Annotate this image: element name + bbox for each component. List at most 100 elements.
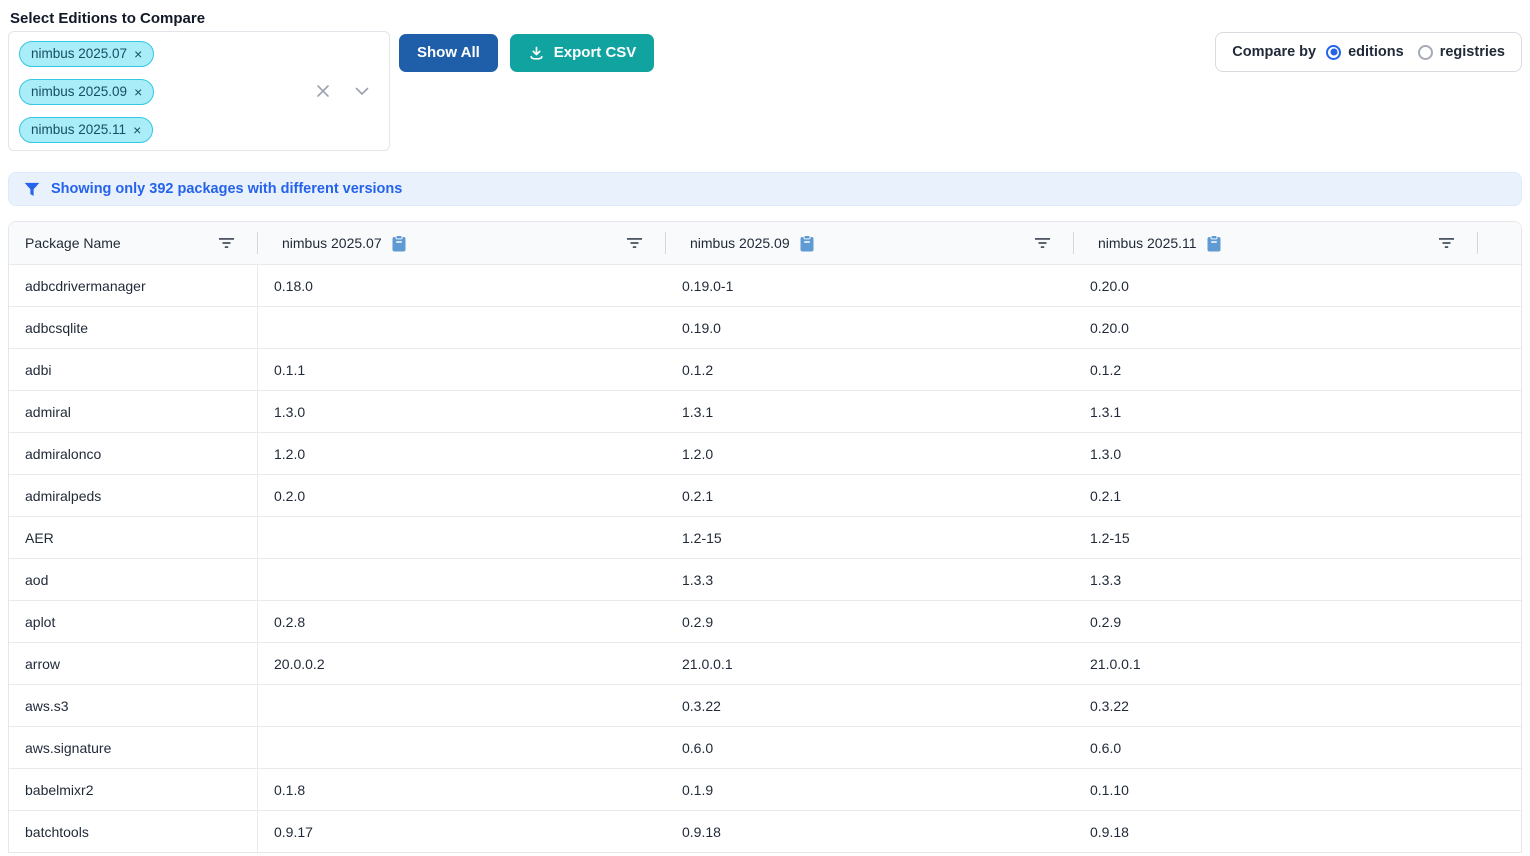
- version-cell: 1.3.3: [1074, 559, 1478, 600]
- version-cell: 1.2.0: [258, 433, 666, 474]
- edition-chip-label: nimbus 2025.09: [31, 83, 127, 101]
- edition-chip: nimbus 2025.09 ×: [19, 79, 154, 105]
- table-row: admiralpeds0.2.00.2.10.2.1: [9, 474, 1521, 516]
- row-spacer-cell: [1478, 811, 1521, 852]
- table-row: batchtools0.9.170.9.180.9.18: [9, 810, 1521, 852]
- edition-chip: nimbus 2025.11 ×: [19, 117, 153, 143]
- version-cell: 1.3.1: [1074, 391, 1478, 432]
- table-row: adbcdrivermanager0.18.00.19.0-10.20.0: [9, 264, 1521, 306]
- table-body: adbcdrivermanager0.18.00.19.0-10.20.0adb…: [9, 264, 1521, 852]
- version-cell: 21.0.0.1: [1074, 643, 1478, 684]
- package-compare-page: Select Editions to Compare nimbus 2025.0…: [0, 0, 1530, 856]
- chip-remove-icon[interactable]: ×: [134, 83, 142, 101]
- row-spacer-cell: [1478, 433, 1521, 474]
- version-cell: 0.1.1: [258, 349, 666, 390]
- version-cell: 0.9.18: [666, 811, 1074, 852]
- version-cell: 0.1.10: [1074, 769, 1478, 810]
- column-filter-icon[interactable]: [219, 237, 234, 249]
- row-spacer-cell: [1478, 685, 1521, 726]
- package-name-cell: aws.signature: [9, 727, 258, 768]
- version-cell: 0.2.1: [1074, 475, 1478, 516]
- version-cell: 0.3.22: [1074, 685, 1478, 726]
- version-cell: 1.2.0: [666, 433, 1074, 474]
- version-cell: 0.2.8: [258, 601, 666, 642]
- version-cell: 0.2.1: [666, 475, 1074, 516]
- chevron-down-icon[interactable]: [353, 82, 371, 100]
- clear-all-icon[interactable]: [315, 83, 331, 99]
- package-name-cell: adbi: [9, 349, 258, 390]
- chip-remove-icon[interactable]: ×: [133, 121, 141, 139]
- filter-status-text: Showing only 392 packages with different…: [51, 181, 402, 197]
- radio-registries-label: registries: [1440, 44, 1505, 60]
- compare-by-group: Compare by editions registries: [1215, 32, 1522, 72]
- version-cell: 0.6.0: [666, 727, 1074, 768]
- row-spacer-cell: [1478, 643, 1521, 684]
- copy-column-icon[interactable]: [392, 235, 406, 252]
- version-cell: 0.2.9: [1074, 601, 1478, 642]
- multiselect-controls: [315, 82, 371, 100]
- version-cell: 1.3.1: [666, 391, 1074, 432]
- column-header-edition-2[interactable]: nimbus 2025.09: [666, 222, 1074, 264]
- copy-column-icon[interactable]: [1207, 235, 1221, 252]
- table-header-row: Package Name nimbus 2025.07 nimbus 2025.…: [9, 222, 1521, 264]
- version-cell: 0.6.0: [1074, 727, 1478, 768]
- chip-remove-icon[interactable]: ×: [134, 45, 142, 63]
- table-row: aod1.3.31.3.3: [9, 558, 1521, 600]
- column-header-edition-3[interactable]: nimbus 2025.11: [1074, 222, 1478, 264]
- row-spacer-cell: [1478, 475, 1521, 516]
- export-csv-label: Export CSV: [554, 43, 637, 63]
- radio-editions-label: editions: [1348, 44, 1404, 60]
- column-label: nimbus 2025.07: [282, 235, 382, 251]
- version-cell: [258, 307, 666, 348]
- version-cell: 0.18.0: [258, 265, 666, 306]
- table-row: admiral1.3.01.3.11.3.1: [9, 390, 1521, 432]
- edition-multiselect[interactable]: nimbus 2025.07×nimbus 2025.09×nimbus 202…: [8, 31, 390, 151]
- version-cell: 0.1.8: [258, 769, 666, 810]
- package-name-cell: adbcsqlite: [9, 307, 258, 348]
- export-csv-button[interactable]: Export CSV: [510, 34, 655, 72]
- column-header-package-name[interactable]: Package Name: [9, 222, 258, 264]
- table-row: adbcsqlite0.19.00.20.0: [9, 306, 1521, 348]
- radio-option-registries[interactable]: registries: [1418, 44, 1505, 60]
- table-row: admiralonco1.2.01.2.01.3.0: [9, 432, 1521, 474]
- table-row: AER1.2-151.2-15: [9, 516, 1521, 558]
- package-name-cell: adbcdrivermanager: [9, 265, 258, 306]
- table-row: aplot0.2.80.2.90.2.9: [9, 600, 1521, 642]
- version-cell: [258, 685, 666, 726]
- package-name-cell: admiralonco: [9, 433, 258, 474]
- column-header-edition-1[interactable]: nimbus 2025.07: [258, 222, 666, 264]
- version-cell: 0.2.9: [666, 601, 1074, 642]
- row-spacer-cell: [1478, 727, 1521, 768]
- filter-status-banner: Showing only 392 packages with different…: [8, 172, 1522, 206]
- table-row: aws.s30.3.220.3.22: [9, 684, 1521, 726]
- row-spacer-cell: [1478, 601, 1521, 642]
- radio-unselected-icon[interactable]: [1418, 45, 1433, 60]
- version-cell: [258, 727, 666, 768]
- row-spacer-cell: [1478, 769, 1521, 810]
- version-cell: 0.2.0: [258, 475, 666, 516]
- copy-column-icon[interactable]: [800, 235, 814, 252]
- column-label: nimbus 2025.11: [1098, 235, 1197, 251]
- column-filter-icon[interactable]: [627, 237, 642, 249]
- column-filter-icon[interactable]: [1439, 237, 1454, 249]
- edition-chip-label: nimbus 2025.11: [31, 121, 126, 139]
- column-filter-icon[interactable]: [1035, 237, 1050, 249]
- row-spacer-cell: [1478, 391, 1521, 432]
- show-all-button[interactable]: Show All: [399, 34, 498, 72]
- package-name-cell: AER: [9, 517, 258, 558]
- row-spacer-cell: [1478, 559, 1521, 600]
- package-name-cell: batchtools: [9, 811, 258, 852]
- package-name-cell: admiralpeds: [9, 475, 258, 516]
- row-spacer-cell: [1478, 349, 1521, 390]
- radio-selected-icon[interactable]: [1326, 45, 1341, 60]
- version-cell: 1.3.3: [666, 559, 1074, 600]
- download-icon: [528, 45, 545, 62]
- table-row: aws.signature 0.6.00.6.0: [9, 726, 1521, 768]
- edition-chip: nimbus 2025.07×: [19, 41, 154, 67]
- radio-option-editions[interactable]: editions: [1326, 44, 1404, 60]
- version-cell: 0.1.2: [1074, 349, 1478, 390]
- version-cell: [258, 517, 666, 558]
- version-cell: 1.2-15: [666, 517, 1074, 558]
- version-cell: 0.19.0-1: [666, 265, 1074, 306]
- version-cell: 0.9.17: [258, 811, 666, 852]
